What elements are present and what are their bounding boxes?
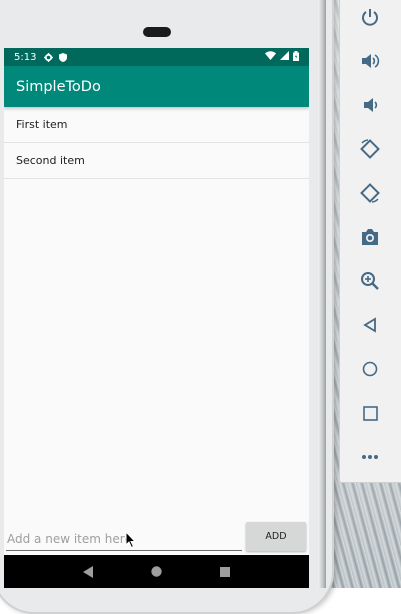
add-button[interactable]: ADD (246, 522, 306, 551)
status-time: 5:13 (14, 51, 37, 63)
power-icon[interactable] (357, 4, 383, 30)
earpiece (143, 27, 171, 37)
signal-icon (280, 51, 289, 63)
wifi-icon (265, 51, 276, 63)
overview-icon[interactable] (357, 400, 383, 426)
volume-up-icon[interactable] (357, 48, 383, 74)
rotate-left-icon[interactable] (357, 136, 383, 162)
back-icon[interactable] (357, 312, 383, 338)
camera-icon[interactable] (357, 224, 383, 250)
app-bar: SimpleToDo (4, 66, 309, 107)
input-row: ADD (4, 520, 309, 554)
volume-down-icon[interactable] (357, 92, 383, 118)
phone-edge (318, 0, 326, 588)
home-icon[interactable] (357, 356, 383, 382)
back-nav-icon[interactable] (78, 562, 98, 582)
todo-list: First item Second item (4, 107, 309, 179)
zoom-icon[interactable] (357, 268, 383, 294)
shield-icon (59, 52, 68, 62)
overview-nav-icon[interactable] (215, 562, 235, 582)
mouse-cursor-icon (125, 531, 137, 549)
home-nav-icon[interactable] (146, 562, 166, 582)
list-item[interactable]: Second item (4, 143, 309, 179)
rotate-right-icon[interactable] (357, 180, 383, 206)
status-bar: 5:13 (4, 48, 309, 66)
settings-icon (44, 52, 54, 62)
app-title: SimpleToDo (16, 78, 101, 95)
list-item[interactable]: First item (4, 107, 309, 143)
device-screen: 5:13 SimpleToDo First item Second item A… (4, 48, 309, 588)
new-item-input[interactable] (6, 528, 242, 551)
more-icon[interactable] (357, 444, 383, 470)
battery-icon (293, 50, 299, 64)
navigation-bar (4, 555, 309, 588)
emulator-toolbar (339, 0, 401, 483)
